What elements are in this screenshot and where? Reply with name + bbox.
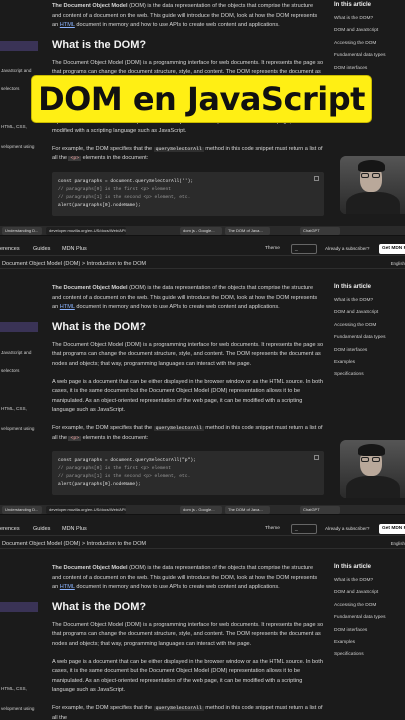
- copy-icon[interactable]: [314, 455, 319, 461]
- theme-toggle[interactable]: Theme: [265, 526, 280, 531]
- nav-mdn-plus[interactable]: MDN Plus: [62, 246, 87, 252]
- toc-title: In this article: [334, 2, 372, 8]
- article: The Document Object Model (DOM) is the d…: [52, 564, 324, 720]
- example-paragraph: For example, the DOM specifies that the …: [52, 424, 323, 441]
- screen: JavaScript and selectors HTML, CSS, velo…: [0, 0, 405, 720]
- sidebar-highlight: [0, 322, 38, 332]
- webcam-overlay: [340, 440, 405, 498]
- dom-representation-paragraph: A web page is a document that can be eit…: [52, 658, 323, 694]
- breadcrumb: Document Object Model (DOM) > Introducti…: [0, 540, 405, 549]
- what-is-dom-heading: What is the DOM?: [52, 600, 147, 613]
- toc-item[interactable]: Accessing the DOM: [334, 41, 405, 53]
- nav-mdn-plus[interactable]: MDN Plus: [62, 526, 87, 532]
- code-snippet: const paragraphs = document.querySelecto…: [52, 171, 324, 216]
- mdn-header: erences Guides MDN Plus Theme _ Already …: [0, 242, 405, 256]
- search-input[interactable]: _: [291, 524, 317, 534]
- video-title-banner: DOM en JavaScript: [32, 76, 371, 122]
- language-selector[interactable]: English: [391, 261, 405, 266]
- sidebar-item[interactable]: velopment using: [0, 706, 44, 711]
- toc-item[interactable]: What is the DOM?: [334, 578, 405, 590]
- language-selector[interactable]: English: [391, 541, 405, 546]
- toc-title: In this article: [334, 284, 372, 290]
- intro-paragraph: The Document Object Model (DOM) is the d…: [52, 565, 318, 591]
- sidebar-item[interactable]: velopment using: [0, 426, 44, 431]
- toc-item[interactable]: Specifications: [334, 652, 405, 664]
- toc-item[interactable]: DOM and JavaScript: [334, 590, 405, 602]
- toc-item[interactable]: Examples: [334, 360, 405, 372]
- search-input[interactable]: _: [291, 244, 317, 254]
- sidebar-item[interactable]: velopment using: [0, 144, 44, 149]
- article: The Document Object Model (DOM) is the d…: [52, 284, 324, 496]
- subscriber-link[interactable]: Already a subscriber?: [325, 526, 369, 531]
- toc-item[interactable]: DOM and JavaScript: [334, 28, 405, 40]
- banner-title: DOM en JavaScript: [38, 80, 365, 118]
- get-mdn-plus-button[interactable]: Get MDN Plus: [379, 524, 405, 534]
- table-of-contents: In this article What is the DOM? DOM and…: [334, 284, 405, 385]
- html-link[interactable]: HTML: [60, 304, 75, 310]
- toc-item[interactable]: Specifications: [334, 372, 405, 384]
- intro-paragraph: The Document Object Model (DOM) is the d…: [52, 285, 318, 311]
- what-is-dom-heading: What is the DOM?: [52, 38, 147, 51]
- browser-tab[interactable]: dom js - Google...: [180, 506, 222, 514]
- mdn-header: erences Guides MDN Plus Theme _ Already …: [0, 522, 405, 536]
- sidebar-highlight: [0, 41, 38, 51]
- toc-item[interactable]: DOM interfaces: [334, 348, 405, 360]
- sidebar-item[interactable]: HTML, CSS,: [0, 406, 44, 411]
- dom-definition-paragraph: The Document Object Model (DOM) is a pro…: [52, 621, 324, 647]
- breadcrumb: Document Object Model (DOM) > Introducti…: [0, 260, 405, 269]
- nav-guides[interactable]: Guides: [33, 526, 50, 532]
- left-sidebar: JavaScript and selectors HTML, CSS, velo…: [0, 270, 44, 498]
- browser-tab-bar: Understanding D... developer.mozilla.org…: [0, 505, 405, 515]
- sidebar-item[interactable]: HTML, CSS,: [0, 686, 44, 691]
- subscriber-link[interactable]: Already a subscriber?: [325, 246, 369, 251]
- sidebar-item[interactable]: JavaScript and: [0, 350, 44, 355]
- table-of-contents: In this article What is the DOM? DOM and…: [334, 2, 405, 78]
- browser-url-bar[interactable]: developer.mozilla.org/en-US/docs/Web/API: [46, 227, 126, 235]
- toc-item[interactable]: Accessing the DOM: [334, 603, 405, 615]
- browser-url-bar[interactable]: developer.mozilla.org/en-US/docs/Web/API: [46, 506, 126, 514]
- webcam-overlay: [340, 156, 405, 214]
- browser-tab[interactable]: The DOM of Java...: [225, 227, 270, 235]
- theme-toggle[interactable]: Theme: [265, 246, 280, 251]
- toc-item[interactable]: DOM interfaces: [334, 628, 405, 640]
- toc-item[interactable]: What is the DOM?: [334, 16, 405, 28]
- code-snippet: const paragraphs = document.querySelecto…: [52, 451, 324, 496]
- left-sidebar: HTML, CSS, velopment using: [0, 550, 44, 720]
- toc-item[interactable]: What is the DOM?: [334, 298, 405, 310]
- dom-representation-paragraph: A web page is a document that can be eit…: [52, 378, 323, 414]
- toc-item[interactable]: Fundamental data types: [334, 335, 405, 347]
- example-paragraph: For example, the DOM specifies that the …: [52, 704, 323, 720]
- browser-tab[interactable]: dom js - Google...: [180, 227, 222, 235]
- dom-definition-paragraph: The Document Object Model (DOM) is a pro…: [52, 341, 324, 367]
- html-link[interactable]: HTML: [60, 22, 75, 28]
- sidebar-item[interactable]: JavaScript and: [0, 68, 44, 73]
- nav-guides[interactable]: Guides: [33, 246, 50, 252]
- nav-references[interactable]: erences: [0, 246, 20, 252]
- browser-tab[interactable]: ChatGPT: [300, 227, 340, 235]
- panel-middle: JavaScript and selectors HTML, CSS, velo…: [0, 270, 405, 498]
- intro-paragraph: The Document Object Model (DOM) is the d…: [52, 3, 318, 29]
- copy-icon[interactable]: [314, 175, 319, 181]
- example-paragraph: For example, the DOM specifies that the …: [52, 145, 323, 162]
- what-is-dom-heading: What is the DOM?: [52, 320, 147, 333]
- browser-tab-bar: Understanding D... developer.mozilla.org…: [0, 226, 405, 236]
- browser-tab[interactable]: Understanding D...: [2, 227, 42, 235]
- panel-bottom: HTML, CSS, velopment using The Document …: [0, 550, 405, 720]
- toc-item[interactable]: Fundamental data types: [334, 53, 405, 65]
- sidebar-highlight: [0, 602, 38, 612]
- toc-item[interactable]: DOM and JavaScript: [334, 310, 405, 322]
- toc-item[interactable]: Accessing the DOM: [334, 323, 405, 335]
- browser-tab[interactable]: ChatGPT: [300, 506, 340, 514]
- toc-title: In this article: [334, 564, 372, 570]
- toc-item[interactable]: Fundamental data types: [334, 615, 405, 627]
- nav-references[interactable]: erences: [0, 526, 20, 532]
- table-of-contents: In this article What is the DOM? DOM and…: [334, 564, 405, 665]
- get-mdn-plus-button[interactable]: Get MDN Plus: [379, 244, 405, 254]
- browser-tab[interactable]: The DOM of Java...: [225, 506, 270, 514]
- browser-tab[interactable]: Understanding D...: [2, 506, 42, 514]
- html-link[interactable]: HTML: [60, 584, 75, 590]
- toc-item[interactable]: Examples: [334, 640, 405, 652]
- sidebar-item[interactable]: HTML, CSS,: [0, 124, 44, 129]
- sidebar-item[interactable]: selectors: [0, 368, 44, 373]
